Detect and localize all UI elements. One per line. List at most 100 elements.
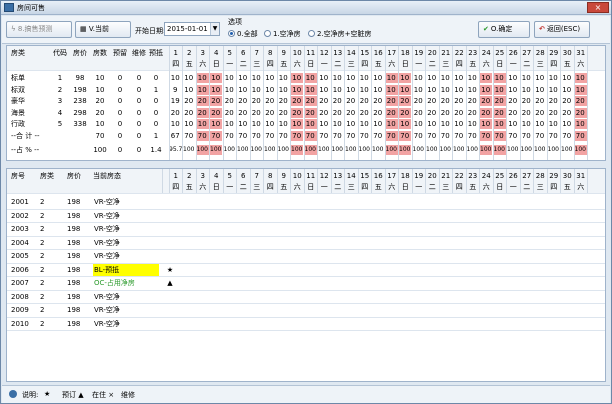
day-header[interactable]: 20: [426, 48, 440, 58]
availability-cell[interactable]: 100: [196, 145, 209, 155]
day-header[interactable]: 10: [291, 171, 305, 181]
availability-cell[interactable]: 10: [290, 84, 303, 95]
availability-cell[interactable]: 100: [412, 145, 425, 155]
availability-cell[interactable]: 100: [277, 145, 290, 155]
availability-cell[interactable]: 10: [250, 119, 263, 129]
availability-cell[interactable]: 20: [507, 108, 520, 118]
availability-cell[interactable]: 10: [561, 85, 574, 95]
availability-cell[interactable]: 70: [507, 131, 520, 141]
availability-cell[interactable]: 70: [561, 131, 574, 141]
day-header[interactable]: 17: [385, 171, 399, 181]
availability-cell[interactable]: 10: [264, 119, 277, 129]
availability-cell[interactable]: 20: [331, 96, 344, 106]
availability-cell[interactable]: 20: [345, 96, 358, 106]
day-header[interactable]: 24: [480, 48, 494, 58]
availability-cell[interactable]: 10: [209, 84, 222, 95]
day-header[interactable]: 16: [372, 48, 386, 58]
availability-cell[interactable]: 100: [358, 145, 371, 155]
rooms-col-header[interactable]: 当前房态: [93, 171, 143, 181]
availability-cell[interactable]: 20: [412, 108, 425, 118]
availability-cell[interactable]: 100: [264, 145, 277, 155]
availability-cell[interactable]: 20: [574, 107, 587, 118]
summary-col-header[interactable]: 预留: [111, 48, 129, 58]
availability-cell[interactable]: 100: [574, 145, 587, 155]
availability-cell[interactable]: 20: [520, 108, 533, 118]
availability-cell[interactable]: 10: [479, 84, 492, 95]
availability-cell[interactable]: 10: [507, 119, 520, 129]
day-header[interactable]: 13: [331, 171, 345, 181]
availability-cell[interactable]: 10: [385, 73, 398, 83]
availability-cell[interactable]: 100: [534, 145, 547, 155]
availability-cell[interactable]: 10: [453, 119, 466, 129]
day-header[interactable]: 12: [318, 171, 332, 181]
availability-cell[interactable]: 20: [277, 96, 290, 106]
day-header[interactable]: 20: [426, 171, 440, 181]
availability-cell[interactable]: 20: [453, 108, 466, 118]
availability-cell[interactable]: 20: [479, 96, 492, 106]
day-header[interactable]: 30: [561, 171, 575, 181]
availability-cell[interactable]: 20: [372, 108, 385, 118]
availability-cell[interactable]: 10: [426, 85, 439, 95]
availability-cell[interactable]: 20: [493, 96, 506, 106]
summary-col-header[interactable]: 房数: [91, 48, 109, 58]
availability-cell[interactable]: 100: [237, 145, 250, 155]
day-header[interactable]: 5: [223, 48, 237, 58]
room-number[interactable]: 2009: [11, 304, 35, 316]
availability-cell[interactable]: 20: [237, 96, 250, 106]
availability-cell[interactable]: 10: [358, 85, 371, 95]
rooms-col-header[interactable]: 房价: [67, 171, 87, 181]
room-number[interactable]: 2002: [11, 210, 35, 222]
availability-cell[interactable]: 95.7: [169, 145, 182, 155]
chevron-down-icon[interactable]: ▼: [210, 23, 219, 35]
day-header[interactable]: 22: [453, 48, 467, 58]
availability-cell[interactable]: 10: [439, 119, 452, 129]
availability-cell[interactable]: 10: [466, 119, 479, 129]
availability-cell[interactable]: 10: [574, 119, 587, 129]
availability-cell[interactable]: 20: [547, 108, 560, 118]
availability-cell[interactable]: 20: [412, 96, 425, 106]
availability-cell[interactable]: 20: [223, 96, 236, 106]
day-header[interactable]: 25: [493, 171, 507, 181]
availability-cell[interactable]: 10: [385, 84, 398, 95]
availability-cell[interactable]: 20: [398, 96, 411, 106]
room-number[interactable]: 2007: [11, 277, 35, 289]
availability-cell[interactable]: 20: [183, 96, 196, 106]
availability-cell[interactable]: 100: [439, 145, 452, 155]
availability-cell[interactable]: 20: [493, 107, 506, 118]
availability-cell[interactable]: 20: [209, 107, 222, 118]
day-header[interactable]: 13: [331, 48, 345, 58]
day-header[interactable]: 6: [237, 171, 251, 181]
day-header[interactable]: 4: [210, 48, 224, 58]
availability-cell[interactable]: 20: [237, 108, 250, 118]
day-header[interactable]: 16: [372, 171, 386, 181]
availability-cell[interactable]: 100: [183, 145, 196, 155]
room-number[interactable]: 2004: [11, 237, 35, 249]
day-header[interactable]: 27: [520, 48, 534, 58]
availability-cell[interactable]: 70: [439, 131, 452, 141]
availability-cell[interactable]: 100: [385, 145, 398, 155]
availability-cell[interactable]: 70: [223, 131, 236, 141]
availability-cell[interactable]: 20: [304, 107, 317, 118]
availability-cell[interactable]: 20: [426, 96, 439, 106]
availability-cell[interactable]: 20: [479, 107, 492, 118]
day-header[interactable]: 14: [345, 48, 359, 58]
availability-cell[interactable]: 10: [264, 73, 277, 83]
availability-cell[interactable]: 70: [372, 131, 385, 141]
availability-cell[interactable]: 20: [264, 96, 277, 106]
day-header[interactable]: 10: [291, 48, 305, 58]
day-header[interactable]: 27: [520, 171, 534, 181]
availability-cell[interactable]: 10: [196, 84, 209, 95]
availability-cell[interactable]: 10: [264, 85, 277, 95]
availability-cell[interactable]: 10: [398, 84, 411, 95]
rooms-col-header[interactable]: 房号: [11, 171, 33, 181]
availability-cell[interactable]: 70: [237, 131, 250, 141]
day-header[interactable]: 22: [453, 171, 467, 181]
availability-cell[interactable]: 10: [318, 119, 331, 129]
availability-cell[interactable]: 20: [277, 108, 290, 118]
availability-cell[interactable]: 20: [385, 107, 398, 118]
availability-cell[interactable]: 20: [290, 96, 303, 106]
availability-cell[interactable]: 100: [304, 145, 317, 155]
radio-all[interactable]: 0.全部: [228, 29, 258, 39]
availability-cell[interactable]: 10: [372, 119, 385, 129]
availability-cell[interactable]: 20: [318, 96, 331, 106]
